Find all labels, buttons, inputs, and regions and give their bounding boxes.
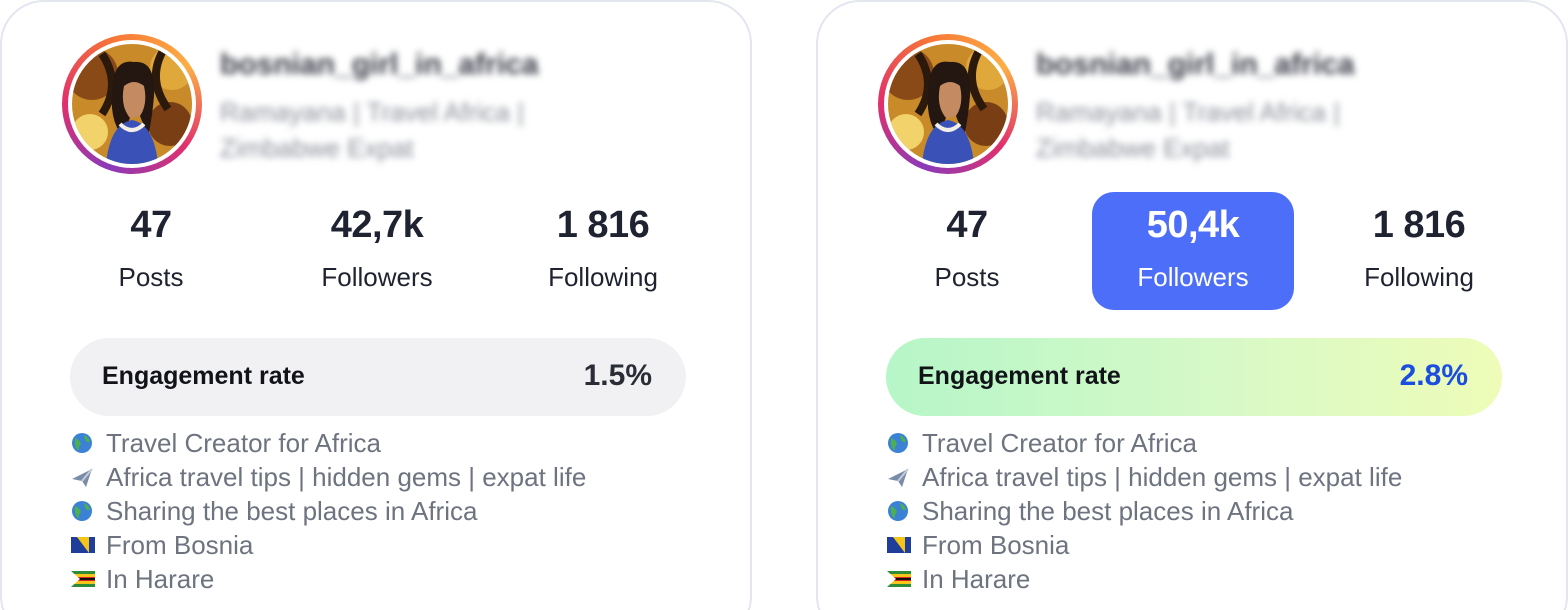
avatar[interactable] <box>62 34 202 174</box>
stat-label: Following <box>1364 262 1474 292</box>
bio-text: From Bosnia <box>922 530 1070 560</box>
profile-bio: Ramayana | Travel Africa | Zimbabwe Expa… <box>1036 94 1340 166</box>
avatar-image <box>72 44 192 164</box>
zimbabwe-flag-icon <box>71 571 95 587</box>
bio-text: Sharing the best places in Africa <box>922 496 1294 526</box>
profile-bio: Ramayana | Travel Africa | Zimbabwe Expa… <box>220 94 524 166</box>
bosnia-flag-icon <box>71 537 95 553</box>
stat-following[interactable]: 1 816 Following <box>503 192 703 310</box>
bosnia-flag-icon <box>887 537 911 553</box>
avatar-photo <box>72 44 192 164</box>
username[interactable]: bosnian_girl_in_africa <box>1036 48 1354 82</box>
stat-followers-highlighted[interactable]: 50,4k Followers <box>1092 192 1294 310</box>
stat-label: Posts <box>934 262 1000 292</box>
stat-posts[interactable]: 47 Posts <box>51 192 251 310</box>
stat-label: Posts <box>118 262 184 292</box>
list-item: Africa travel tips | hidden gems | expat… <box>70 460 586 494</box>
bio-text: In Harare <box>106 564 215 594</box>
list-item: From Bosnia <box>886 528 1402 562</box>
globe-icon <box>888 433 908 453</box>
avatar-photo <box>888 44 1008 164</box>
avatar-frame <box>68 40 196 168</box>
avatar-frame <box>884 40 1012 168</box>
stat-value: 1 816 <box>1372 204 1466 246</box>
comparison-stage: bosnian_girl_in_africa Ramayana | Travel… <box>0 0 1568 610</box>
engagement-rate-pill: Engagement rate 1.5% <box>70 338 686 416</box>
list-item: Africa travel tips | hidden gems | expat… <box>886 460 1402 494</box>
list-item: From Bosnia <box>70 528 586 562</box>
bio-line: Ramayana | Travel Africa | <box>220 97 524 127</box>
bio-text: Travel Creator for Africa <box>106 428 382 458</box>
zimbabwe-flag-icon <box>887 571 911 587</box>
bio-text: Travel Creator for Africa <box>922 428 1198 458</box>
bio-text: Sharing the best places in Africa <box>106 496 478 526</box>
bio-list: Travel Creator for Africa Africa travel … <box>886 426 1402 596</box>
bio-text: Africa travel tips | hidden gems | expat… <box>922 462 1403 492</box>
bio-text: Africa travel tips | hidden gems | expat… <box>106 462 587 492</box>
engagement-value: 2.8% <box>1399 359 1468 392</box>
list-item: Sharing the best places in Africa <box>886 494 1402 528</box>
stat-label: Following <box>548 262 658 292</box>
list-item: Travel Creator for Africa <box>886 426 1402 460</box>
bio-text: From Bosnia <box>106 530 254 560</box>
globe-icon <box>72 501 92 521</box>
stat-value: 47 <box>946 204 988 246</box>
list-item: In Harare <box>886 562 1402 596</box>
stat-value: 1 816 <box>556 204 650 246</box>
stat-value: 47 <box>130 204 172 246</box>
stat-value: 50,4k <box>1146 204 1240 246</box>
airplane-icon <box>888 468 909 487</box>
list-item: In Harare <box>70 562 586 596</box>
globe-icon <box>72 433 92 453</box>
stat-label: Followers <box>1137 262 1249 292</box>
avatar[interactable] <box>878 34 1018 174</box>
globe-icon <box>888 501 908 521</box>
bio-list: Travel Creator for Africa Africa travel … <box>70 426 586 596</box>
profile-card-before: bosnian_girl_in_africa Ramayana | Travel… <box>0 0 752 610</box>
bio-line: Zimbabwe Expat <box>1036 133 1230 163</box>
bio-line: Zimbabwe Expat <box>220 133 414 163</box>
stat-posts[interactable]: 47 Posts <box>867 192 1067 310</box>
stat-followers[interactable]: 42,7k Followers <box>277 192 477 310</box>
profile-card-after: bosnian_girl_in_africa Ramayana | Travel… <box>816 0 1568 610</box>
stat-following[interactable]: 1 816 Following <box>1319 192 1519 310</box>
airplane-icon <box>72 468 93 487</box>
engagement-value: 1.5% <box>583 359 652 392</box>
stat-label: Followers <box>321 262 433 292</box>
username[interactable]: bosnian_girl_in_africa <box>220 48 538 82</box>
list-item: Sharing the best places in Africa <box>70 494 586 528</box>
stat-value: 42,7k <box>330 204 424 246</box>
avatar-image <box>888 44 1008 164</box>
engagement-label: Engagement rate <box>918 362 1121 390</box>
engagement-label: Engagement rate <box>102 362 305 390</box>
engagement-rate-pill: Engagement rate 2.8% <box>886 338 1502 416</box>
list-item: Travel Creator for Africa <box>70 426 586 460</box>
bio-text: In Harare <box>922 564 1031 594</box>
bio-line: Ramayana | Travel Africa | <box>1036 97 1340 127</box>
